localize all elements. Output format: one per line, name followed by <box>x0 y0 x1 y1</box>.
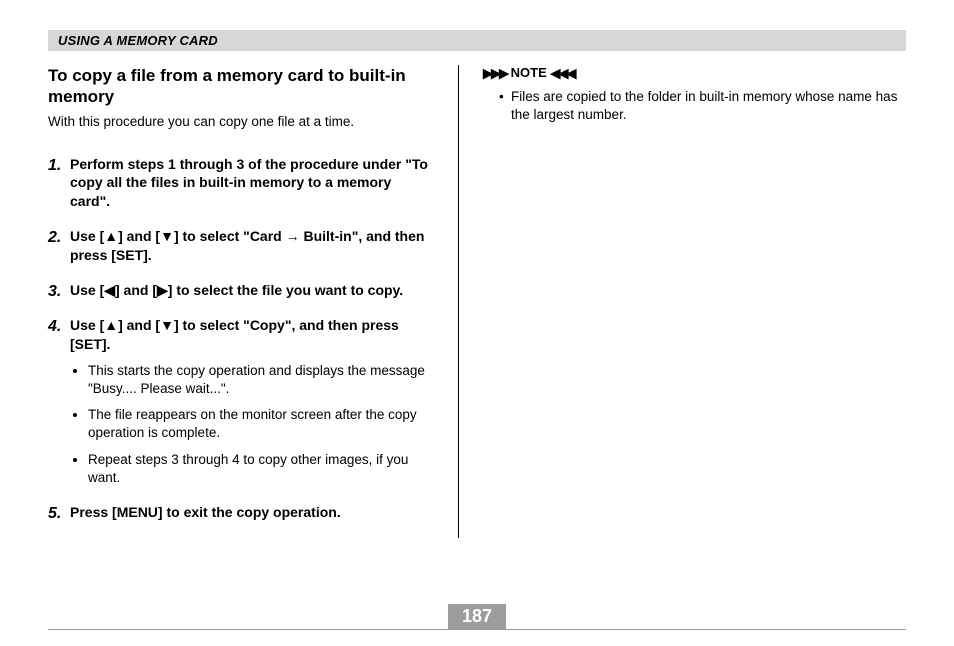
step-text: Use [▲] and [▼] to select "Copy", and th… <box>70 317 399 352</box>
step-item: Perform steps 1 through 3 of the procedu… <box>48 155 434 212</box>
steps-list: Perform steps 1 through 3 of the procedu… <box>48 155 434 522</box>
step-text: Use [◀] and [▶] to select the file you w… <box>70 282 403 298</box>
note-decor-left-icon: ▶▶▶ <box>483 66 507 81</box>
step-sub-bullets: This starts the copy operation and displ… <box>70 362 434 487</box>
note-header: ▶▶▶ NOTE ◀◀◀ <box>483 65 906 82</box>
note-label: NOTE <box>511 65 547 80</box>
left-column: To copy a file from a memory card to bui… <box>48 65 458 538</box>
right-column: ▶▶▶ NOTE ◀◀◀ Files are copied to the fol… <box>458 65 906 538</box>
sub-bullet: This starts the copy operation and displ… <box>88 362 434 398</box>
section-title: To copy a file from a memory card to bui… <box>48 65 434 108</box>
note-decor-right-icon: ◀◀◀ <box>550 66 574 81</box>
sub-bullet: Repeat steps 3 through 4 to copy other i… <box>88 451 434 487</box>
note-item: Files are copied to the folder in built-… <box>499 88 906 124</box>
step-item: Press [MENU] to exit the copy operation. <box>48 503 434 522</box>
sub-bullet: The file reappears on the monitor screen… <box>88 406 434 442</box>
page-number: 187 <box>448 604 506 629</box>
step-item: Use [▲] and [▼] to select "Copy", and th… <box>48 316 434 487</box>
intro-text: With this procedure you can copy one fil… <box>48 114 434 129</box>
step-text: Perform steps 1 through 3 of the procedu… <box>70 156 428 210</box>
section-header-bar: USING A MEMORY CARD <box>48 30 906 51</box>
step-text: Press [MENU] to exit the copy operation. <box>70 504 341 520</box>
step-item: Use [▲] and [▼] to select "Card → Built-… <box>48 227 434 265</box>
footer-rule <box>48 629 906 630</box>
step-text: Use [▲] and [▼] to select "Card → Built-… <box>70 228 424 263</box>
note-bullets: Files are copied to the folder in built-… <box>483 88 906 124</box>
footer: 187 <box>48 604 906 630</box>
step-item: Use [◀] and [▶] to select the file you w… <box>48 281 434 300</box>
